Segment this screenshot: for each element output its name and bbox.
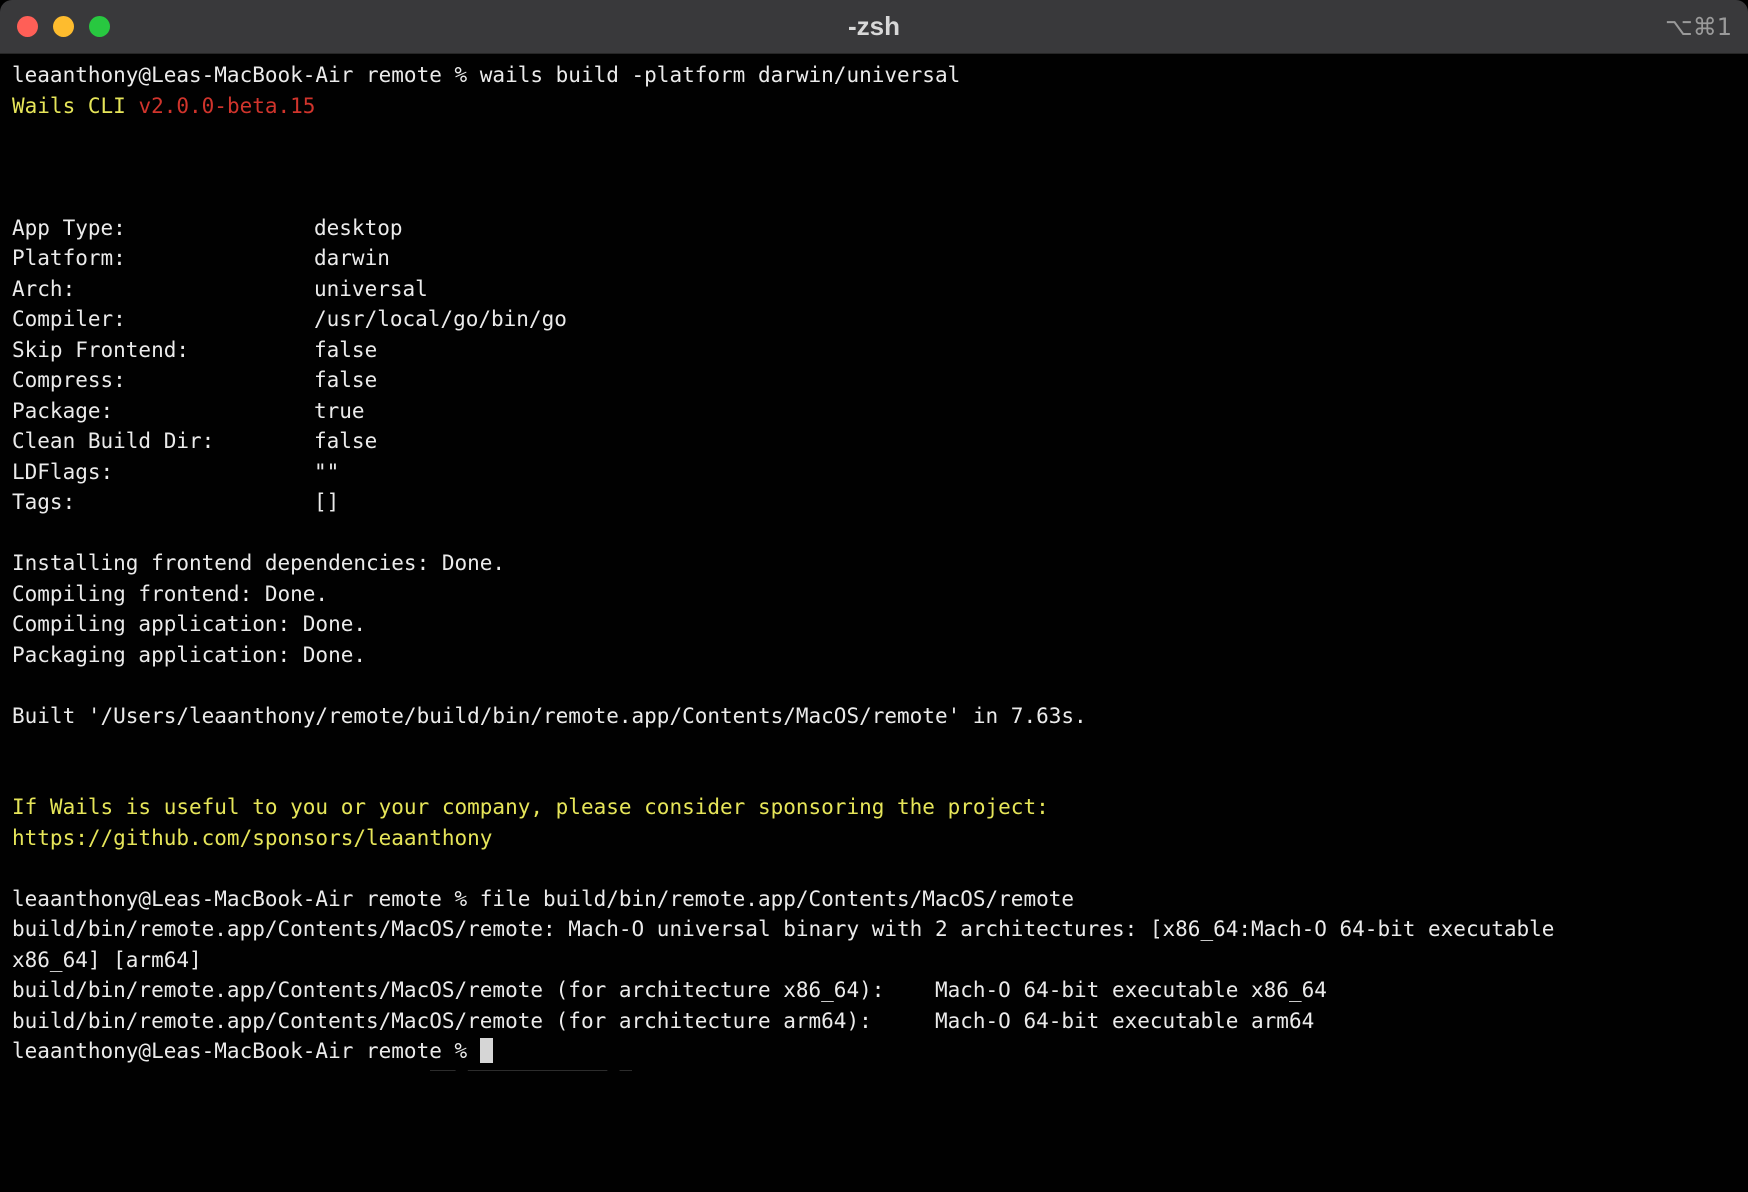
- blank-line: [12, 670, 1736, 701]
- config-key: Compress:: [12, 365, 314, 396]
- built-line: Built '/Users/leaanthony/remote/build/bi…: [12, 701, 1736, 732]
- terminal-window: -zsh ⌥⌘1 leaanthony@Leas-MacBook-Air rem…: [0, 0, 1748, 1192]
- config-value: darwin: [314, 246, 390, 270]
- tab-shortcut-label: ⌥⌘1: [1665, 13, 1732, 41]
- config-key: LDFlags:: [12, 457, 314, 488]
- text-cursor: [480, 1038, 493, 1063]
- config-row-ldflags: LDFlags:"": [12, 457, 1736, 488]
- config-value: true: [314, 399, 365, 423]
- window-titlebar[interactable]: -zsh ⌥⌘1: [0, 0, 1748, 54]
- config-row-tags: Tags:[]: [12, 487, 1736, 518]
- wails-cli-version: v2.0.0-beta.15: [138, 94, 315, 118]
- progress-line-compile-frontend: Compiling frontend: Done.: [12, 579, 1736, 610]
- terminal-content[interactable]: leaanthony@Leas-MacBook-Air remote % wai…: [0, 54, 1748, 1067]
- progress-line-package-application: Packaging application: Done.: [12, 640, 1736, 671]
- config-row-compiler: Compiler:/usr/local/go/bin/go: [12, 304, 1736, 335]
- config-key: Platform:: [12, 243, 314, 274]
- file-output-line-2: build/bin/remote.app/Contents/MacOS/remo…: [12, 975, 1736, 1006]
- blank-line: [12, 853, 1736, 884]
- config-key: Tags:: [12, 487, 314, 518]
- wails-cli-label: Wails CLI: [12, 94, 138, 118]
- sponsor-url-line: https://github.com/sponsors/leaanthony: [12, 823, 1736, 854]
- config-row-arch: Arch:universal: [12, 274, 1736, 305]
- wails-version-line: Wails CLI v2.0.0-beta.15: [12, 91, 1736, 122]
- progress-line-compile-application: Compiling application: Done.: [12, 609, 1736, 640]
- config-row-skip-frontend: Skip Frontend:false: [12, 335, 1736, 366]
- config-key: Clean Build Dir:: [12, 426, 314, 457]
- blank-line: [12, 518, 1736, 549]
- clipped-text-fragment: ▆▆ ▆▆▆▆▆▆▆▆▆▆▆ ▆: [430, 1062, 632, 1071]
- config-row-package: Package:true: [12, 396, 1736, 427]
- file-output-line-3: build/bin/remote.app/Contents/MacOS/remo…: [12, 1006, 1736, 1037]
- sponsor-message-line: If Wails is useful to you or your compan…: [12, 792, 1736, 823]
- window-title: -zsh: [0, 11, 1748, 42]
- config-row-compress: Compress:false: [12, 365, 1736, 396]
- blank-line: [12, 121, 1736, 152]
- config-key: Package:: [12, 396, 314, 427]
- blank-line: [12, 762, 1736, 793]
- config-value: desktop: [314, 216, 403, 240]
- config-row-platform: Platform:darwin: [12, 243, 1736, 274]
- config-row-clean-build-dir: Clean Build Dir:false: [12, 426, 1736, 457]
- config-key: Skip Frontend:: [12, 335, 314, 366]
- progress-line-frontend-deps: Installing frontend dependencies: Done.: [12, 548, 1736, 579]
- config-row-app-type: App Type:desktop: [12, 213, 1736, 244]
- file-output-line-1-wrap: x86_64] [arm64]: [12, 945, 1736, 976]
- blank-line: [12, 182, 1736, 213]
- prompt-line-2: leaanthony@Leas-MacBook-Air remote % fil…: [12, 884, 1736, 915]
- prompt-text: leaanthony@Leas-MacBook-Air remote %: [12, 1039, 480, 1063]
- prompt-line-1: leaanthony@Leas-MacBook-Air remote % wai…: [12, 60, 1736, 91]
- config-key: Compiler:: [12, 304, 314, 335]
- prompt-line-3: leaanthony@Leas-MacBook-Air remote %: [12, 1036, 1736, 1067]
- close-button[interactable]: [17, 16, 38, 37]
- config-value: false: [314, 338, 377, 362]
- file-output-line-1: build/bin/remote.app/Contents/MacOS/remo…: [12, 914, 1736, 945]
- blank-line: [12, 731, 1736, 762]
- config-key: App Type:: [12, 213, 314, 244]
- zoom-button[interactable]: [89, 16, 110, 37]
- minimize-button[interactable]: [53, 16, 74, 37]
- config-value: "": [314, 460, 339, 484]
- config-value: false: [314, 368, 377, 392]
- config-value: []: [314, 490, 339, 514]
- blank-line: [12, 152, 1736, 183]
- config-value: universal: [314, 277, 428, 301]
- config-value: false: [314, 429, 377, 453]
- config-value: /usr/local/go/bin/go: [314, 307, 567, 331]
- config-key: Arch:: [12, 274, 314, 305]
- traffic-lights: [17, 16, 110, 37]
